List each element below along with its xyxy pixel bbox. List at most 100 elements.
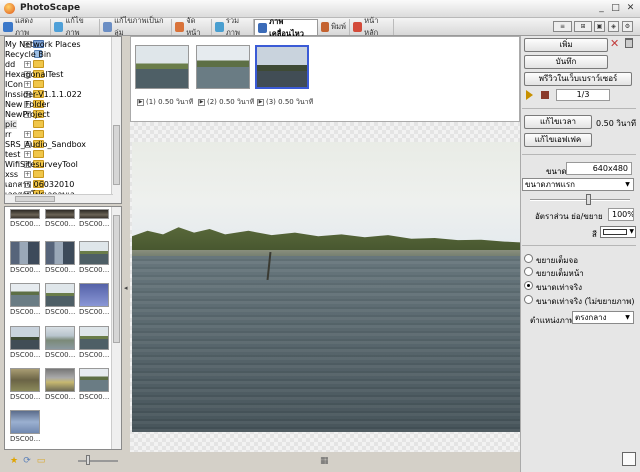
color-picker[interactable]: ▼ xyxy=(600,226,636,238)
thumbnail-item[interactable]: DSC00... xyxy=(79,241,109,281)
tree-item[interactable]: + rr xyxy=(5,129,121,139)
tree-item[interactable]: + HexagonalTest xyxy=(5,69,121,79)
folder-open-icon[interactable]: ▭ xyxy=(36,456,46,466)
thumbnail-item[interactable]: DSC00... xyxy=(10,368,40,408)
thumbnail-size-slider-track[interactable] xyxy=(78,460,118,462)
edit-effect-button[interactable]: แก้ไขเอฟเฟค xyxy=(524,133,592,147)
screen-capture-icon[interactable]: ▣ xyxy=(594,21,605,32)
trash-icon[interactable] xyxy=(625,38,633,48)
tree-item[interactable]: + My Network Places xyxy=(5,39,121,49)
thumbnail-item[interactable]: DSC00... xyxy=(45,326,75,366)
tree-horizontal-scrollbar[interactable] xyxy=(5,194,113,203)
tab-print[interactable]: พิมพ์ xyxy=(318,19,350,35)
expand-icon[interactable]: + xyxy=(24,60,31,68)
folder-tree[interactable]: + My Network Places Recycle Bin + dd + Hexa… xyxy=(4,36,122,204)
stop-icon[interactable] xyxy=(541,91,549,99)
thumbnail-image xyxy=(79,283,109,307)
ratio-input[interactable]: 100% xyxy=(608,208,634,221)
thumbnail-item[interactable]: DSC00... xyxy=(79,326,109,366)
minimize-button[interactable]: _ xyxy=(596,3,607,14)
tree-item[interactable]: + Inssider-V1.1.1.022 xyxy=(5,89,121,99)
tree-item-selected[interactable]: pic xyxy=(5,119,121,129)
thumbnail-item[interactable]: DSC00... xyxy=(79,368,109,408)
close-button[interactable]: ✕ xyxy=(625,3,636,14)
thumbnail-vertical-scrollbar[interactable] xyxy=(111,207,121,449)
frame-play-icon[interactable]: ▶ xyxy=(257,99,264,106)
exif-tool-icon[interactable]: ⊞ xyxy=(574,21,592,32)
tree-item[interactable]: + New Folder xyxy=(5,99,121,109)
home-icon xyxy=(353,22,363,32)
thumbnail-image xyxy=(79,326,109,350)
print-icon xyxy=(321,22,330,32)
color-picker-icon[interactable]: ◈ xyxy=(608,21,619,32)
tree-item[interactable]: + test xyxy=(5,149,121,159)
expand-icon[interactable]: + xyxy=(24,80,31,88)
expand-icon[interactable]: + xyxy=(24,170,31,178)
tab-viewer[interactable]: แสดงภาพ xyxy=(0,16,51,37)
size-slider-track[interactable] xyxy=(530,199,630,201)
panel-splitter[interactable]: ◂ xyxy=(122,36,130,470)
page-icon xyxy=(175,22,185,32)
thumbnail-grid[interactable]: DSC00... DSC00... DSC00... DSC00... DSC0… xyxy=(4,206,122,450)
tab-editor[interactable]: แก้ไขภาพ xyxy=(51,16,100,37)
thumbnail-item[interactable]: DSC00... xyxy=(10,326,40,366)
thumbnail-item[interactable]: DSC00... xyxy=(10,241,40,281)
radio-fit-page[interactable] xyxy=(524,267,533,276)
preview-in-browser-button[interactable]: พรีวิวในเว็บเบราว์เซอร์ xyxy=(524,72,632,86)
tree-vertical-scrollbar[interactable] xyxy=(111,37,121,203)
size-mode-select[interactable]: ขนาดภาพแรก ▼ xyxy=(522,178,634,191)
position-select[interactable]: ตรงกลาง ▼ xyxy=(572,311,634,324)
remove-icon[interactable]: ✕ xyxy=(610,37,619,50)
thumbnail-item[interactable]: DSC00... xyxy=(79,283,109,323)
frame-play-icon[interactable]: ▶ xyxy=(198,99,205,106)
scrollbar-thumb[interactable] xyxy=(113,215,120,343)
save-button[interactable]: บันทึก xyxy=(524,55,608,69)
scrollbar-thumb[interactable] xyxy=(113,125,120,185)
divider xyxy=(522,245,636,246)
tree-item[interactable]: Recycle Bin xyxy=(5,49,121,59)
frame-thumbnail[interactable] xyxy=(135,45,189,89)
maximize-button[interactable]: □ xyxy=(610,3,621,14)
tab-combine[interactable]: รวมภาพ xyxy=(212,16,254,37)
frame-thumbnail-selected[interactable] xyxy=(255,45,309,89)
tree-item[interactable]: + dd xyxy=(5,59,121,69)
thumbnail-item[interactable]: DSC00... xyxy=(45,283,75,323)
tab-home[interactable]: หน้าหลัก xyxy=(350,16,394,37)
refresh-icon[interactable]: ⟳ xyxy=(22,456,32,466)
frame-caption[interactable]: ▶ (2) 0.50 วินาที xyxy=(198,97,254,108)
tab-batch-editor[interactable]: แก้ไขภาพเป็นกลุ่ม xyxy=(100,16,172,37)
scrollbar-thumb[interactable] xyxy=(15,196,55,202)
tree-item[interactable]: + NewProject xyxy=(5,109,121,119)
tree-item[interactable]: + ICon xyxy=(5,79,121,89)
add-button[interactable]: เพิ่ม xyxy=(524,38,608,52)
tab-animated-gif[interactable]: ภาพเคลื่อนไหว xyxy=(254,17,318,38)
radio-actual-size-no-enlarge[interactable] xyxy=(524,295,533,304)
thumbnail-item[interactable]: DSC00... xyxy=(45,368,75,408)
frame-thumbnail[interactable] xyxy=(196,45,250,89)
collapse-arrow-icon[interactable]: ◂ xyxy=(124,284,128,292)
menu-tool-icon[interactable]: ≡ xyxy=(553,21,572,32)
frame-play-icon[interactable]: ▶ xyxy=(137,99,144,106)
edit-time-button[interactable]: แก้ไขเวลา xyxy=(524,115,592,129)
play-icon[interactable] xyxy=(526,90,533,100)
frame-counter: 1/3 xyxy=(556,89,610,101)
settings-icon[interactable]: ⚙ xyxy=(622,21,633,32)
tree-item[interactable]: + WifiSitesurveyTool xyxy=(5,159,121,169)
thumbnail-size-slider-handle[interactable] xyxy=(86,455,90,465)
expand-icon[interactable]: + xyxy=(24,130,31,138)
resize-grip-icon[interactable] xyxy=(622,452,636,466)
radio-actual-size[interactable] xyxy=(524,281,533,290)
frame-caption[interactable]: ▶ (3) 0.50 วินาที xyxy=(257,97,313,108)
star-icon[interactable]: ★ xyxy=(9,456,19,466)
thumbnail-item[interactable]: DSC00... xyxy=(45,241,75,281)
thumbnail-item[interactable]: DSC00... xyxy=(10,283,40,323)
tab-page[interactable]: จัดหน้า xyxy=(172,16,212,37)
radio-fit-screen[interactable] xyxy=(524,254,533,263)
frame-strip[interactable]: ▶ (1) 0.50 วินาที ▶ (2) 0.50 วินาที ▶ (3) 0… xyxy=(130,36,520,122)
expand-icon[interactable]: + xyxy=(24,150,31,158)
frame-caption[interactable]: ▶ (1) 0.50 วินาที xyxy=(137,97,193,108)
thumbnail-item[interactable]: DSC00... xyxy=(10,410,40,449)
divider xyxy=(522,108,636,109)
size-slider-handle[interactable] xyxy=(586,194,591,205)
tree-item[interactable]: + SRS_Audio_Sandbox xyxy=(5,139,121,149)
